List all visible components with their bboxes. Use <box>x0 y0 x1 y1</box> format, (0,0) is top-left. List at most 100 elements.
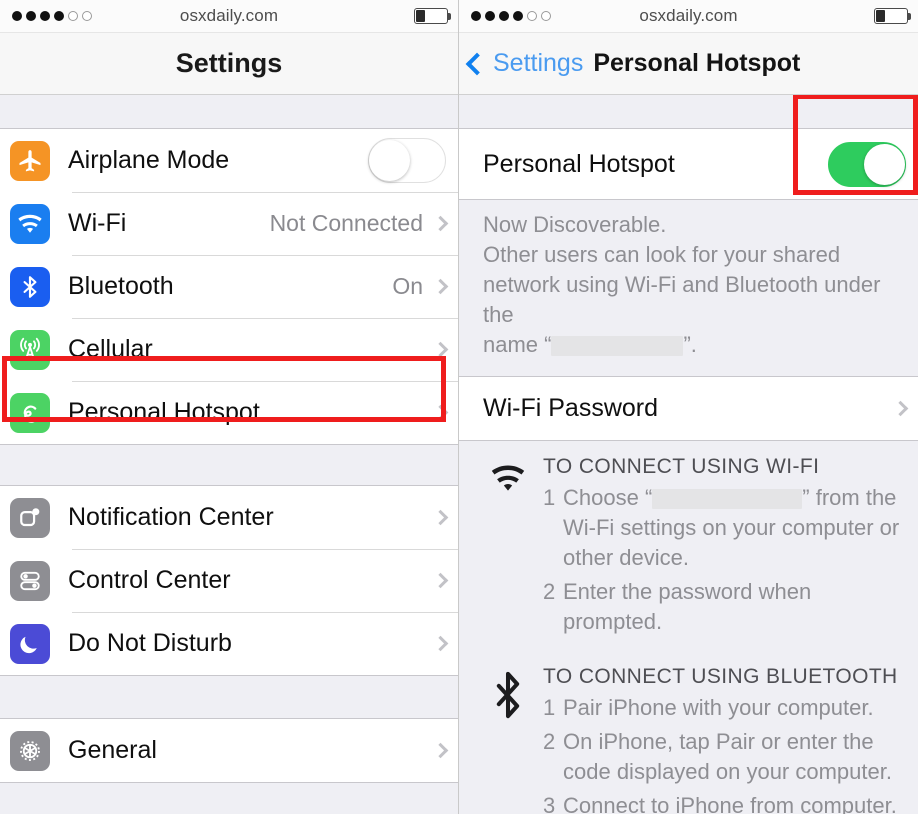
page-title: Personal Hotspot <box>593 49 801 77</box>
sidebar-item-label: General <box>68 736 157 764</box>
network-name-line: name “ ”. <box>483 330 900 360</box>
status-bar-left: osxdaily.com <box>0 0 458 33</box>
step-number: 1 <box>543 485 556 510</box>
airplane-icon <box>10 140 50 181</box>
sidebar-item-label: Do Not Disturb <box>68 629 232 657</box>
personal-hotspot-row[interactable]: Personal Hotspot <box>459 129 918 199</box>
list-gap-1 <box>0 445 458 485</box>
instruction-step: 2 On iPhone, tap Pair or enter the code … <box>543 727 904 787</box>
instructions-wifi: TO CONNECT USING WI-FI 1 Choose “” from … <box>459 441 918 647</box>
chevron-right-icon <box>892 400 909 417</box>
battery-icon <box>874 8 911 24</box>
wifi-password-row[interactable]: Wi-Fi Password <box>459 377 918 440</box>
hotspot-detail-scroll[interactable]: Personal Hotspot Now Discoverable. Other… <box>459 95 918 814</box>
page-title: Settings <box>175 48 283 78</box>
personal-hotspot-icon <box>10 392 50 433</box>
detail-gap-top <box>459 95 918 128</box>
do-not-disturb-moon-icon <box>10 623 50 664</box>
chevron-right-icon <box>432 635 449 652</box>
step-text-prefix: Choose “ <box>563 485 653 510</box>
chevron-right-icon <box>432 404 449 421</box>
chevron-right-icon <box>432 742 449 759</box>
back-button[interactable]: Settings <box>465 49 584 78</box>
sidebar-item-notification-center[interactable]: Notification Center <box>0 486 458 549</box>
instruction-step: 2 Enter the password when prompted. <box>543 577 904 637</box>
settings-group-system: Notification Center Control Center Do No… <box>0 485 458 676</box>
carrier-label: osxdaily.com <box>179 6 279 25</box>
instructions-wifi-body: TO CONNECT USING WI-FI 1 Choose “” from … <box>543 455 904 637</box>
bluetooth-icon <box>10 266 50 307</box>
step-text: Pair iPhone with your computer. <box>563 695 874 720</box>
sidebar-item-cellular[interactable]: Cellular <box>0 318 458 381</box>
redacted-network-name <box>551 336 684 357</box>
personal-hotspot-label: Personal Hotspot <box>483 149 675 178</box>
hotspot-toggle-group: Personal Hotspot <box>459 128 918 200</box>
step-text: On iPhone, tap Pair or enter the code di… <box>563 729 892 784</box>
chevron-right-icon <box>432 278 449 295</box>
sidebar-item-label: Bluetooth <box>68 272 174 300</box>
bluetooth-icon <box>473 665 543 814</box>
chevron-left-icon <box>465 52 489 75</box>
settings-group-general: General <box>0 718 458 783</box>
settings-list-scroll[interactable]: Airplane Mode Wi-Fi Not Connected Blueto <box>0 95 458 814</box>
instructions-bluetooth-heading: TO CONNECT USING BLUETOOTH <box>543 665 898 688</box>
sidebar-item-label: Notification Center <box>68 503 274 531</box>
sidebar-item-label: Airplane Mode <box>68 146 230 174</box>
name-suffix: ”. <box>683 332 697 357</box>
step-text: Choose “” from the Wi-Fi settings on you… <box>563 483 904 573</box>
step-number: 2 <box>543 729 556 754</box>
instruction-step: 1 Choose “” from the Wi-Fi settings on y… <box>543 483 904 573</box>
instruction-step: 3 Connect to iPhone from computer. <box>543 791 904 814</box>
chevron-right-icon <box>432 341 449 358</box>
instructions-bluetooth: TO CONNECT USING BLUETOOTH 1 Pair iPhone… <box>459 647 918 814</box>
other-users-line-b: network using Wi-Fi and Bluetooth under … <box>483 272 881 327</box>
step-text: Connect to iPhone from computer. <box>563 793 897 814</box>
wifi-icon <box>473 455 543 637</box>
sidebar-item-personal-hotspot[interactable]: Personal Hotspot <box>0 381 458 444</box>
list-gap-2 <box>0 676 458 718</box>
step-text: Enter the password when prompted. <box>563 579 812 634</box>
sidebar-item-airplane-mode[interactable]: Airplane Mode <box>0 129 458 192</box>
instruction-step: 1 Pair iPhone with your computer. <box>543 693 904 723</box>
step-number: 2 <box>543 579 556 604</box>
sidebar-item-label: Control Center <box>68 566 231 594</box>
sidebar-item-wifi[interactable]: Wi-Fi Not Connected <box>0 192 458 255</box>
wifi-icon <box>10 203 50 244</box>
airplane-mode-toggle[interactable] <box>368 138 446 183</box>
chevron-right-icon <box>432 215 449 232</box>
step-number: 1 <box>543 695 556 720</box>
redacted-network-name <box>652 489 803 510</box>
notification-center-icon <box>10 497 50 538</box>
right-phone-screen: osxdaily.com Settings Personal Hotspot P… <box>459 0 918 814</box>
instructions-bluetooth-body: TO CONNECT USING BLUETOOTH 1 Pair iPhone… <box>543 665 904 814</box>
chevron-right-icon <box>432 572 449 589</box>
wifi-password-group: Wi-Fi Password <box>459 376 918 441</box>
settings-group-connectivity: Airplane Mode Wi-Fi Not Connected Blueto <box>0 128 458 445</box>
control-center-icon <box>10 560 50 601</box>
left-phone-screen: osxdaily.com Settings Airplane Mode Wi-F… <box>0 0 459 814</box>
wifi-password-label: Wi-Fi Password <box>483 394 659 422</box>
sidebar-item-do-not-disturb[interactable]: Do Not Disturb <box>0 612 458 675</box>
list-gap-top <box>0 95 458 128</box>
sidebar-item-bluetooth[interactable]: Bluetooth On <box>0 255 458 318</box>
back-button-label: Settings <box>493 49 584 77</box>
instructions-wifi-heading: TO CONNECT USING WI-FI <box>543 455 820 478</box>
cellular-antenna-icon <box>10 329 50 370</box>
step-number: 3 <box>543 793 556 814</box>
sidebar-item-label: Wi-Fi <box>68 209 127 237</box>
chevron-right-icon <box>432 509 449 526</box>
sidebar-item-label: Cellular <box>68 335 153 363</box>
personal-hotspot-toggle[interactable] <box>828 141 906 187</box>
sidebar-item-general[interactable]: General <box>0 719 458 782</box>
other-users-line-a: Other users can look for your shared <box>483 242 841 267</box>
navigation-bar-left: Settings <box>0 33 458 95</box>
sidebar-item-label: Personal Hotspot <box>68 398 260 426</box>
hotspot-status-note: Now Discoverable. Other users can look f… <box>459 200 918 376</box>
gear-icon <box>10 730 50 771</box>
name-prefix: name “ <box>483 332 552 357</box>
discoverable-line: Now Discoverable. <box>483 212 667 237</box>
bluetooth-status-value: On <box>392 273 423 299</box>
sidebar-item-control-center[interactable]: Control Center <box>0 549 458 612</box>
battery-icon <box>414 8 451 24</box>
wifi-status-value: Not Connected <box>269 210 423 236</box>
